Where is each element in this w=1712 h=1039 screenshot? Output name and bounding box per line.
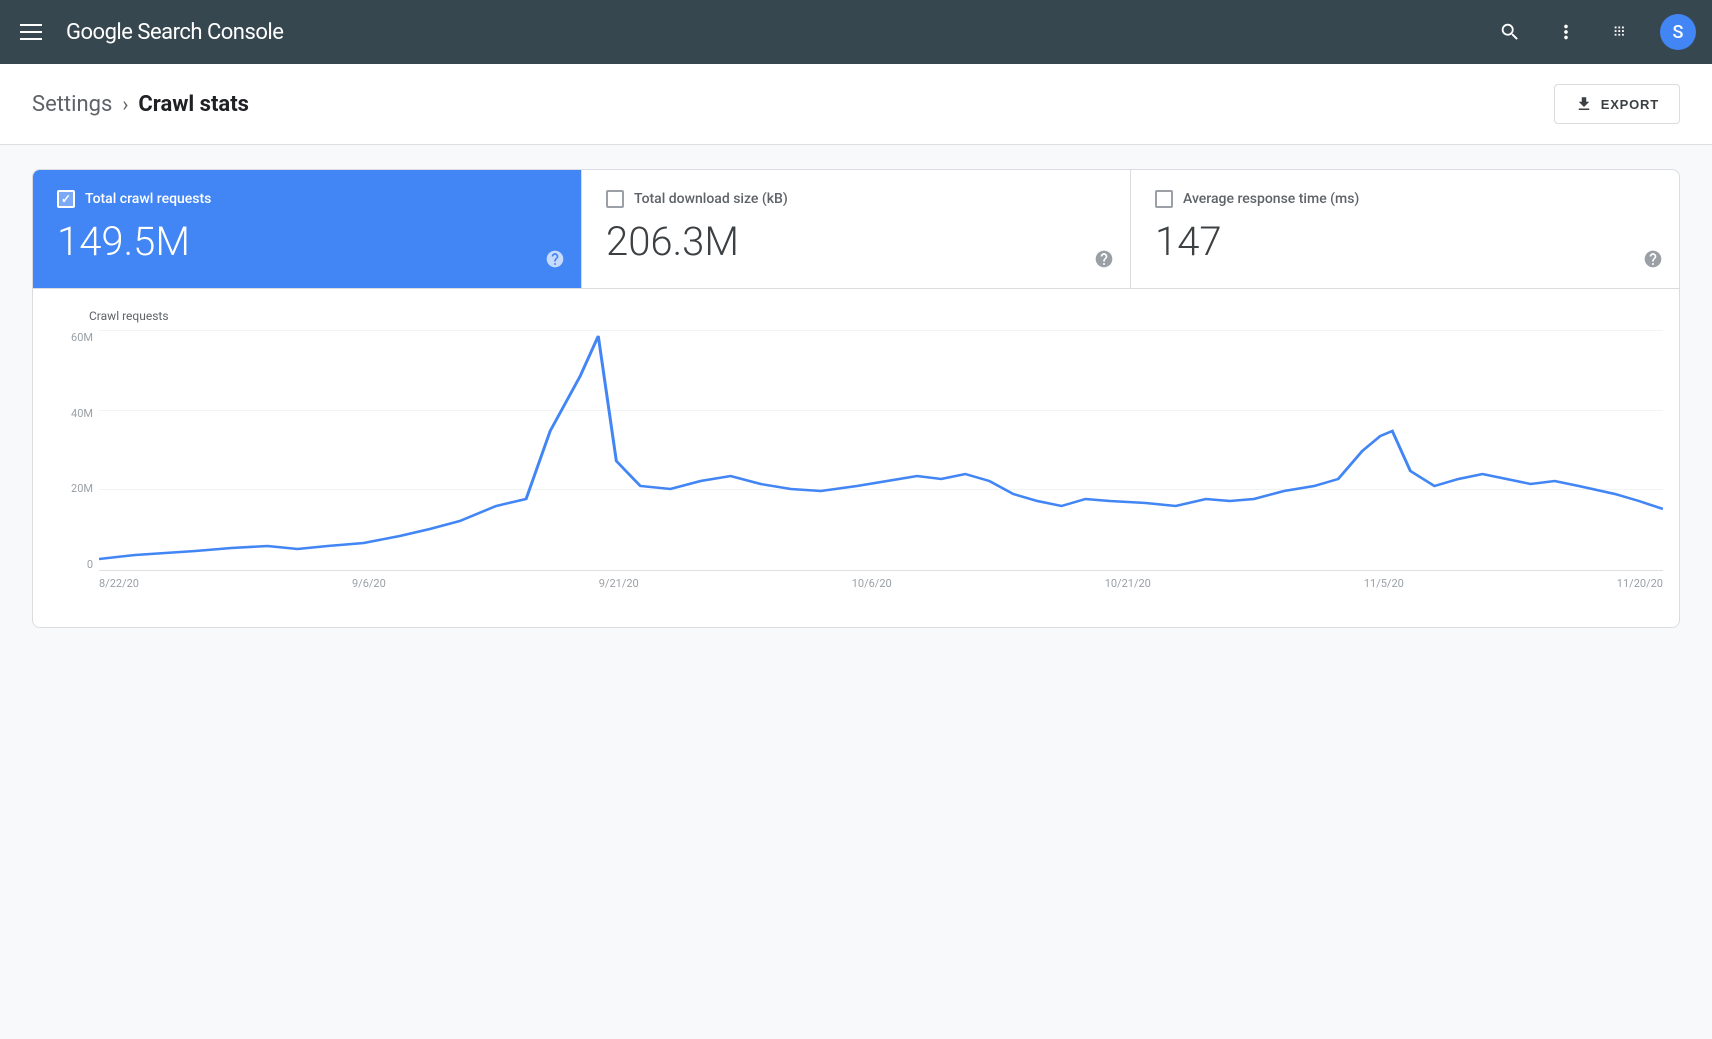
card2-title: Total download size (kB) xyxy=(634,191,788,207)
header-right: S xyxy=(1492,14,1696,50)
card2-help-icon[interactable] xyxy=(1094,249,1114,274)
card-total-download-size[interactable]: Total download size (kB) 206.3M xyxy=(582,170,1131,288)
export-label: EXPORT xyxy=(1601,97,1659,112)
y-label-20m: 20M xyxy=(49,482,93,495)
more-options-icon[interactable] xyxy=(1548,14,1584,50)
card3-title: Average response time (ms) xyxy=(1183,191,1359,207)
export-button[interactable]: EXPORT xyxy=(1554,84,1680,124)
app-title: Google Search Console xyxy=(66,20,283,45)
avatar[interactable]: S xyxy=(1660,14,1696,50)
y-axis: 0 20M 40M 60M xyxy=(49,331,93,571)
y-label-0: 0 xyxy=(49,558,93,571)
main-content: ✓ Total crawl requests 149.5M Total down… xyxy=(0,145,1712,1039)
card1-help-icon[interactable] xyxy=(545,249,565,274)
x-label-0: 8/22/20 xyxy=(99,577,139,590)
x-label-3: 10/6/20 xyxy=(852,577,892,590)
card3-checkbox[interactable] xyxy=(1155,190,1173,208)
breadcrumb-current: Crawl stats xyxy=(138,92,249,117)
menu-button[interactable] xyxy=(16,20,46,44)
card2-value: 206.3M xyxy=(606,220,1106,264)
search-console-wordmark: Search Console xyxy=(137,20,283,45)
google-wordmark: Google xyxy=(66,20,137,45)
breadcrumb: Settings › Crawl stats xyxy=(32,92,249,117)
y-label-60m: 60M xyxy=(49,331,93,344)
app-header: Google Search Console S xyxy=(0,0,1712,64)
breadcrumb-chevron-icon: › xyxy=(122,92,128,116)
card3-help-icon[interactable] xyxy=(1643,249,1663,274)
header-left: Google Search Console xyxy=(16,20,283,45)
card-total-crawl-requests[interactable]: ✓ Total crawl requests 149.5M xyxy=(33,170,582,288)
breadcrumb-bar: Settings › Crawl stats EXPORT xyxy=(0,64,1712,145)
breadcrumb-settings[interactable]: Settings xyxy=(32,92,112,117)
chart-inner xyxy=(99,331,1663,571)
card2-header: Total download size (kB) xyxy=(606,190,1106,208)
x-label-1: 9/6/20 xyxy=(352,577,386,590)
card1-title: Total crawl requests xyxy=(85,191,211,207)
card3-header: Average response time (ms) xyxy=(1155,190,1655,208)
y-label-40m: 40M xyxy=(49,407,93,420)
chart-area: 0 20M 40M 60M 8/22/20 xyxy=(49,331,1663,611)
x-label-2: 9/21/20 xyxy=(599,577,639,590)
cards-row: ✓ Total crawl requests 149.5M Total down… xyxy=(33,170,1679,289)
chart-label: Crawl requests xyxy=(49,309,1663,323)
card1-value: 149.5M xyxy=(57,220,557,264)
card-avg-response-time[interactable]: Average response time (ms) 147 xyxy=(1131,170,1679,288)
card1-header: ✓ Total crawl requests xyxy=(57,190,557,208)
card2-checkbox[interactable] xyxy=(606,190,624,208)
card3-value: 147 xyxy=(1155,220,1655,264)
x-axis: 8/22/20 9/6/20 9/21/20 10/6/20 10/21/20 … xyxy=(99,577,1663,590)
search-icon[interactable] xyxy=(1492,14,1528,50)
x-label-6: 11/20/20 xyxy=(1617,577,1663,590)
chart-container: Crawl requests 0 20M 40M 60M xyxy=(33,289,1679,627)
stats-container: ✓ Total crawl requests 149.5M Total down… xyxy=(32,169,1680,628)
x-label-4: 10/21/20 xyxy=(1105,577,1151,590)
download-icon xyxy=(1575,95,1593,113)
card1-checkbox[interactable]: ✓ xyxy=(57,190,75,208)
apps-icon[interactable] xyxy=(1604,14,1640,50)
line-chart xyxy=(99,331,1663,571)
x-label-5: 11/5/20 xyxy=(1364,577,1404,590)
checkmark-icon: ✓ xyxy=(61,192,71,206)
